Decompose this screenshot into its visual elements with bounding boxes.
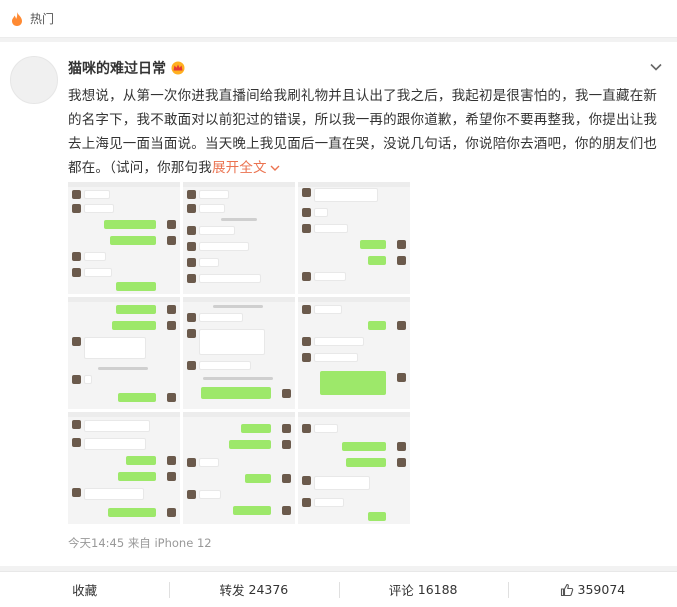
like-button[interactable]: 359074 bbox=[507, 572, 677, 607]
comment-count: 16188 bbox=[417, 582, 458, 597]
chat-screenshot-2[interactable] bbox=[183, 182, 295, 294]
comment-label: 评论 bbox=[388, 583, 414, 598]
crown-icon bbox=[171, 61, 185, 75]
like-count: 359074 bbox=[577, 582, 626, 597]
post-body: 我想说，从第一次你进我直播间给我刷礼物并且认出了我之后，我起初是很害怕的，我一直… bbox=[68, 88, 658, 176]
favorite-button[interactable]: 收藏 bbox=[0, 572, 169, 607]
chat-screenshot-6[interactable] bbox=[298, 297, 410, 409]
repost-count: 24376 bbox=[248, 582, 289, 597]
chat-screenshot-3[interactable] bbox=[298, 182, 410, 294]
chat-screenshot-5[interactable] bbox=[183, 297, 295, 409]
chevron-down-icon bbox=[270, 165, 280, 171]
thumbs-up-icon bbox=[560, 583, 573, 596]
hot-label: 热门 bbox=[30, 12, 55, 26]
fire-icon bbox=[12, 11, 22, 26]
chat-screenshot-7[interactable] bbox=[68, 412, 180, 524]
chat-screenshot-8[interactable] bbox=[183, 412, 295, 524]
post-time[interactable]: 今天14:45 bbox=[68, 536, 124, 550]
post-text: 我想说，从第一次你进我直播间给我刷礼物并且认出了我之后，我起初是很害怕的，我一直… bbox=[68, 84, 664, 180]
post-source: 来自 iPhone 12 bbox=[127, 536, 212, 550]
chat-screenshot-9[interactable] bbox=[298, 412, 410, 524]
comment-button[interactable]: 评论 16188 bbox=[338, 572, 508, 607]
avatar[interactable] bbox=[10, 56, 58, 104]
chevron-down-icon[interactable] bbox=[649, 60, 663, 74]
chat-screenshot-1[interactable] bbox=[68, 182, 180, 294]
username-text[interactable]: 猫咪的难过日常 bbox=[68, 58, 166, 78]
expand-label[interactable]: 展开全文 bbox=[212, 160, 267, 176]
repost-label: 转发 bbox=[219, 583, 245, 598]
expand-full-text-link[interactable]: 展开全文 bbox=[212, 160, 281, 176]
repost-button[interactable]: 转发 24376 bbox=[169, 572, 338, 607]
post-meta: 今天14:45 来自 iPhone 12 bbox=[68, 535, 212, 551]
weibo-post-card: 猫咪的难过日常 我想说，从第一次你进我直播间给我刷礼物并且认出了我之后，我起初是… bbox=[0, 42, 677, 566]
top-bar: 热门 bbox=[0, 0, 677, 38]
favorite-label: 收藏 bbox=[72, 583, 98, 598]
action-bar: 收藏 转发 24376 评论 16188 359074 bbox=[0, 571, 677, 607]
image-gallery bbox=[68, 182, 410, 524]
username[interactable]: 猫咪的难过日常 bbox=[68, 58, 186, 78]
chat-screenshot-4[interactable] bbox=[68, 297, 180, 409]
